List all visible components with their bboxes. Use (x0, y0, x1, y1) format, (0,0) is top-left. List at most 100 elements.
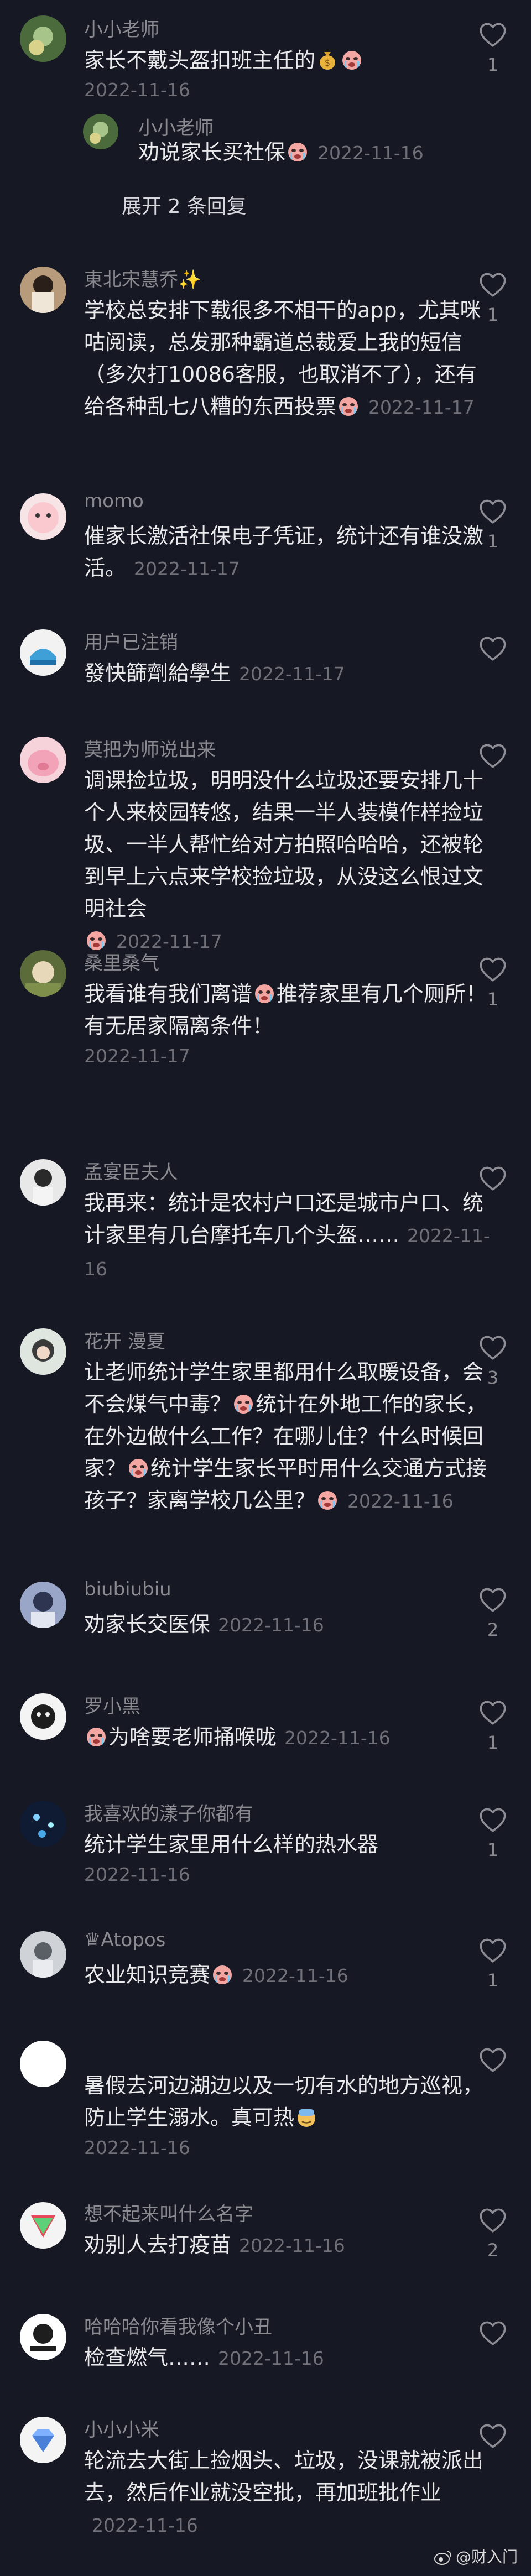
comment-username[interactable]: 孟宴臣夫人 (84, 1157, 178, 1184)
like-heart-icon[interactable] (479, 1938, 507, 1963)
comment-date-row: 2022-11-16 (84, 74, 493, 106)
avatar[interactable] (20, 493, 66, 540)
comment-username[interactable]: 想不起来叫什么名字 (84, 2199, 253, 2226)
avatar[interactable] (20, 267, 66, 313)
avatar[interactable] (20, 1801, 66, 1847)
crying-face-icon (85, 1725, 107, 1748)
crying-face-icon (316, 1489, 339, 1511)
like-heart-icon[interactable] (479, 1166, 507, 1191)
like-heart-icon[interactable] (479, 636, 507, 661)
avatar[interactable] (20, 1931, 66, 1978)
comment-text: 农业知识竞赛 2022-11-16 (84, 1963, 348, 1987)
like-heart-icon[interactable] (479, 499, 507, 524)
avatar[interactable] (20, 1693, 66, 1740)
comment-text: 检查燃气…… 2022-11-16 (84, 2345, 324, 2370)
like-heart-icon[interactable] (479, 1807, 507, 1833)
money-bag-icon (316, 49, 339, 71)
weibo-watermark: @财入门 (434, 2545, 518, 2567)
comment-date: 2022-11-16 (84, 2137, 190, 2158)
like-count: 1 (487, 1732, 499, 1753)
crying-face-icon (253, 982, 275, 1004)
comment-text: 轮流去大街上捡烟头、垃圾，没课就被派出去，然后作业就没空批，再加班批作业2022… (84, 2448, 484, 2536)
comment-username[interactable]: 罗小黑 (84, 1691, 140, 1718)
crying-face-icon (341, 49, 363, 71)
crying-face-icon (337, 395, 360, 417)
crying-face-icon (232, 1393, 254, 1415)
like-count: 1 (487, 531, 499, 552)
like-count: 1 (487, 1970, 499, 1991)
comment-text: 劝别人去打疫苗 2022-11-16 (84, 2233, 345, 2257)
comment-username[interactable]: 桑里桑气 (84, 948, 159, 975)
avatar[interactable] (20, 2417, 66, 2463)
comment-date: 2022-11-16 (239, 2235, 345, 2256)
comment-text: 我再来：统计是农村户口还是城市户口、统计家里有几台摩托车几个头盔…… 2022-1… (84, 1191, 490, 1280)
like-heart-icon[interactable] (479, 2321, 507, 2346)
avatar[interactable] (20, 1328, 66, 1375)
comment-username[interactable]: ♛Atopos (84, 1929, 165, 1951)
comment-username[interactable]: 用户已注销 (84, 627, 178, 654)
comment-text: 为啥要老师捅喉咙 2022-11-16 (84, 1721, 493, 1754)
comment-text: 统计学生家里用什么样的热水器 2022-11-16 (84, 1828, 493, 1889)
like-count: 1 (487, 54, 499, 75)
comment-text: 家长不戴头盔扣班主任的 (84, 44, 493, 76)
comment-date: 2022-11-17 (84, 1045, 190, 1067)
like-count: 2 (487, 2240, 499, 2261)
comment-date: 2022-11-16 (218, 2348, 324, 2369)
comment-username[interactable]: 小小小米 (84, 2415, 159, 2442)
comment-username[interactable]: biubiubiu (84, 1578, 171, 1600)
comment-date: 2022-11-16 (84, 79, 190, 101)
watermark-text: @财入门 (455, 2548, 518, 2566)
comment-date: 2022-11-17 (239, 663, 345, 685)
avatar[interactable] (20, 15, 66, 62)
like-count: 1 (487, 989, 499, 1010)
comment-text: 劝家长交医保 2022-11-16 (84, 1612, 324, 1636)
like-heart-icon[interactable] (479, 1587, 507, 1613)
like-heart-icon[interactable] (479, 957, 507, 982)
comment-username[interactable]: 莫把为师说出来 (84, 734, 216, 762)
expand-replies-button[interactable]: 展开 2 条回复 (122, 190, 247, 219)
avatar[interactable] (20, 737, 66, 783)
avatar[interactable] (20, 1159, 66, 1206)
comment-username[interactable]: 小小老师 (84, 14, 159, 41)
comment-username[interactable]: 東北宋慧乔✨ (84, 264, 201, 291)
like-count: 3 (487, 1367, 499, 1388)
comment-username[interactable]: 花开 漫夏 (84, 1326, 165, 1353)
crying-face-icon (127, 1457, 149, 1479)
reply-date: 2022-11-16 (317, 142, 424, 164)
comment-username[interactable]: momo (84, 490, 144, 512)
avatar[interactable] (20, 2314, 66, 2360)
comment-text: 我看谁有我们离谱 推荐家里有几个厕所！有无居家隔离条件！ 2022-11-17 (84, 978, 493, 1071)
avatar[interactable] (20, 950, 66, 997)
like-heart-icon[interactable] (479, 743, 507, 769)
avatar[interactable] (20, 1582, 66, 1628)
like-heart-icon[interactable] (479, 272, 507, 298)
crying-face-icon (211, 1963, 233, 1985)
reply-text: 劝说家长买社保 2022-11-16 (138, 140, 424, 164)
comment-text: 暑假去河边湖边以及一切有水的地方巡视，防止学生溺水。真可热 2022-11-16 (84, 2069, 493, 2162)
like-count: 2 (487, 1619, 499, 1640)
comment-text: 调课捡垃圾，明明没什么垃圾还要安排几十个人来校园转悠，结果一半人装模作样捡垃圾、… (84, 768, 484, 952)
weibo-logo-icon (434, 2551, 452, 2565)
crying-face-icon (287, 140, 309, 163)
comment-text: 催家长激活社保电子凭证，统计还有谁没激活。 2022-11-17 (84, 524, 484, 580)
comment-date: 2022-11-16 (284, 1727, 391, 1749)
comment-username[interactable]: 我喜欢的漾子你都有 (84, 1798, 253, 1826)
comment-date: 2022-11-16 (347, 1490, 454, 1512)
sweat-face-icon (295, 2106, 317, 2128)
like-heart-icon[interactable] (479, 22, 507, 48)
comment-date: 2022-11-16 (84, 1864, 190, 1885)
like-heart-icon[interactable] (479, 1335, 507, 1360)
avatar[interactable] (20, 2202, 66, 2249)
like-heart-icon[interactable] (479, 2047, 507, 2073)
like-heart-icon[interactable] (479, 2208, 507, 2233)
like-heart-icon[interactable] (479, 1700, 507, 1725)
avatar[interactable] (20, 629, 66, 676)
comment-username[interactable]: 哈哈哈你看我像个小丑 (84, 2312, 272, 2339)
comment-date: 2022-11-16 (218, 1614, 324, 1636)
comment-date: 2022-11-16 (92, 2515, 198, 2536)
like-heart-icon[interactable] (479, 2423, 507, 2449)
avatar[interactable] (20, 2041, 66, 2087)
comment-text: 学校总安排下载很多不相干的app，尤其咪咕阅读，总发那种霸道总裁爱上我的短信（多… (84, 298, 481, 419)
avatar[interactable] (83, 114, 118, 149)
comment-text: 让老师统计学生家里都用什么取暖设备，会不会煤气中毒？ 统计在外地工作的家长，在外边… (84, 1360, 487, 1513)
